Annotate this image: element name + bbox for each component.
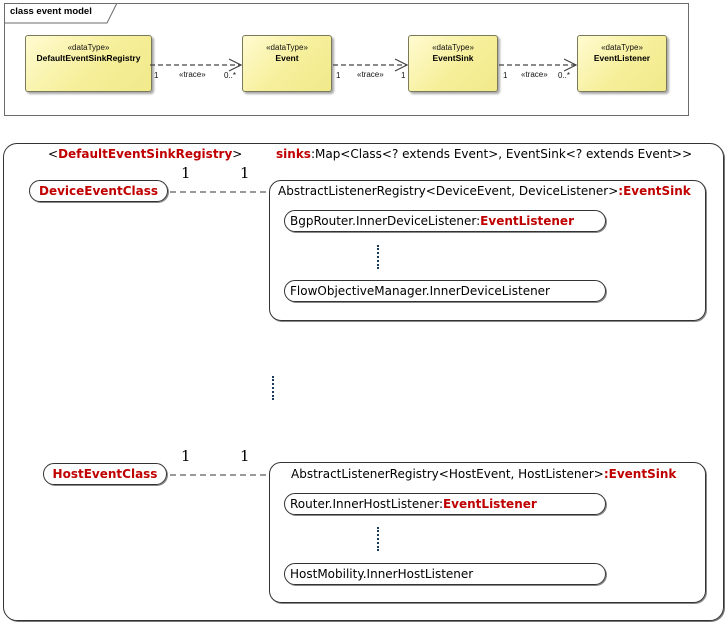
field-type: :Map<Class<? extends Event>, EventSink<?… (310, 147, 693, 161)
sink-role: :EventSink (603, 467, 677, 481)
association-line-device (170, 191, 268, 193)
listener-name: FlowObjectiveManager.InnerDeviceListener (290, 284, 550, 298)
more-listeners-ellipsis (377, 245, 381, 269)
sink-device-title: AbstractListenerRegistry<DeviceEvent, De… (278, 184, 691, 198)
multiplicity-source: 1 (154, 71, 159, 80)
sink-role: :EventSink (618, 184, 691, 198)
multiplicity-sink: 1 (240, 164, 250, 182)
multiplicity-source: 1 (503, 71, 508, 80)
listener-role: EventListener (442, 497, 537, 511)
multiplicity-source: 1 (336, 71, 341, 80)
registry-header: <DefaultEventSinkRegistry> sinks:Map<Cla… (48, 147, 692, 161)
sink-type: AbstractListenerRegistry<DeviceEvent, De… (278, 184, 619, 198)
multiplicity-target: 0..* (558, 71, 571, 80)
trace-connectors (150, 58, 578, 72)
multiplicity-key: 1 (181, 447, 191, 465)
listener-name: HostMobility.InnerHostListener (290, 567, 474, 581)
multiplicity-sink: 1 (240, 447, 250, 465)
trace-label: «trace» (357, 70, 384, 79)
angle-close: > (232, 147, 243, 161)
listener-flow-objective-manager[interactable]: FlowObjectiveManager.InnerDeviceListener (284, 280, 606, 302)
multiplicity-target: 0..* (224, 71, 237, 80)
multiplicity-target: 1 (401, 71, 406, 80)
sink-type: AbstractListenerRegistry<HostEvent, Host… (291, 467, 604, 481)
listener-name: BgpRouter.InnerDeviceListener: (290, 214, 481, 228)
trace-label: «trace» (521, 70, 548, 79)
sink-host-title: AbstractListenerRegistry<HostEvent, Host… (291, 467, 676, 481)
listener-name: Router.InnerHostListener: (290, 497, 443, 511)
listener-host-mobility[interactable]: HostMobility.InnerHostListener (284, 563, 606, 585)
association-line-host (170, 474, 268, 476)
registry-owner: DefaultEventSinkRegistry (58, 147, 233, 161)
listener-router[interactable]: Router.InnerHostListener:EventListener (284, 493, 606, 515)
more-entries-ellipsis (272, 376, 276, 400)
key-device-event-class[interactable]: DeviceEventClass (29, 180, 168, 202)
more-listeners-ellipsis (377, 527, 381, 551)
field-name: sinks (276, 147, 311, 161)
multiplicity-key: 1 (181, 164, 191, 182)
trace-label: «trace» (179, 70, 206, 79)
listener-bgp-router[interactable]: BgpRouter.InnerDeviceListener:EventListe… (284, 210, 606, 232)
angle-open: < (48, 147, 59, 161)
key-host-event-class[interactable]: HostEventClass (43, 463, 167, 485)
listener-role: EventListener (480, 214, 574, 228)
